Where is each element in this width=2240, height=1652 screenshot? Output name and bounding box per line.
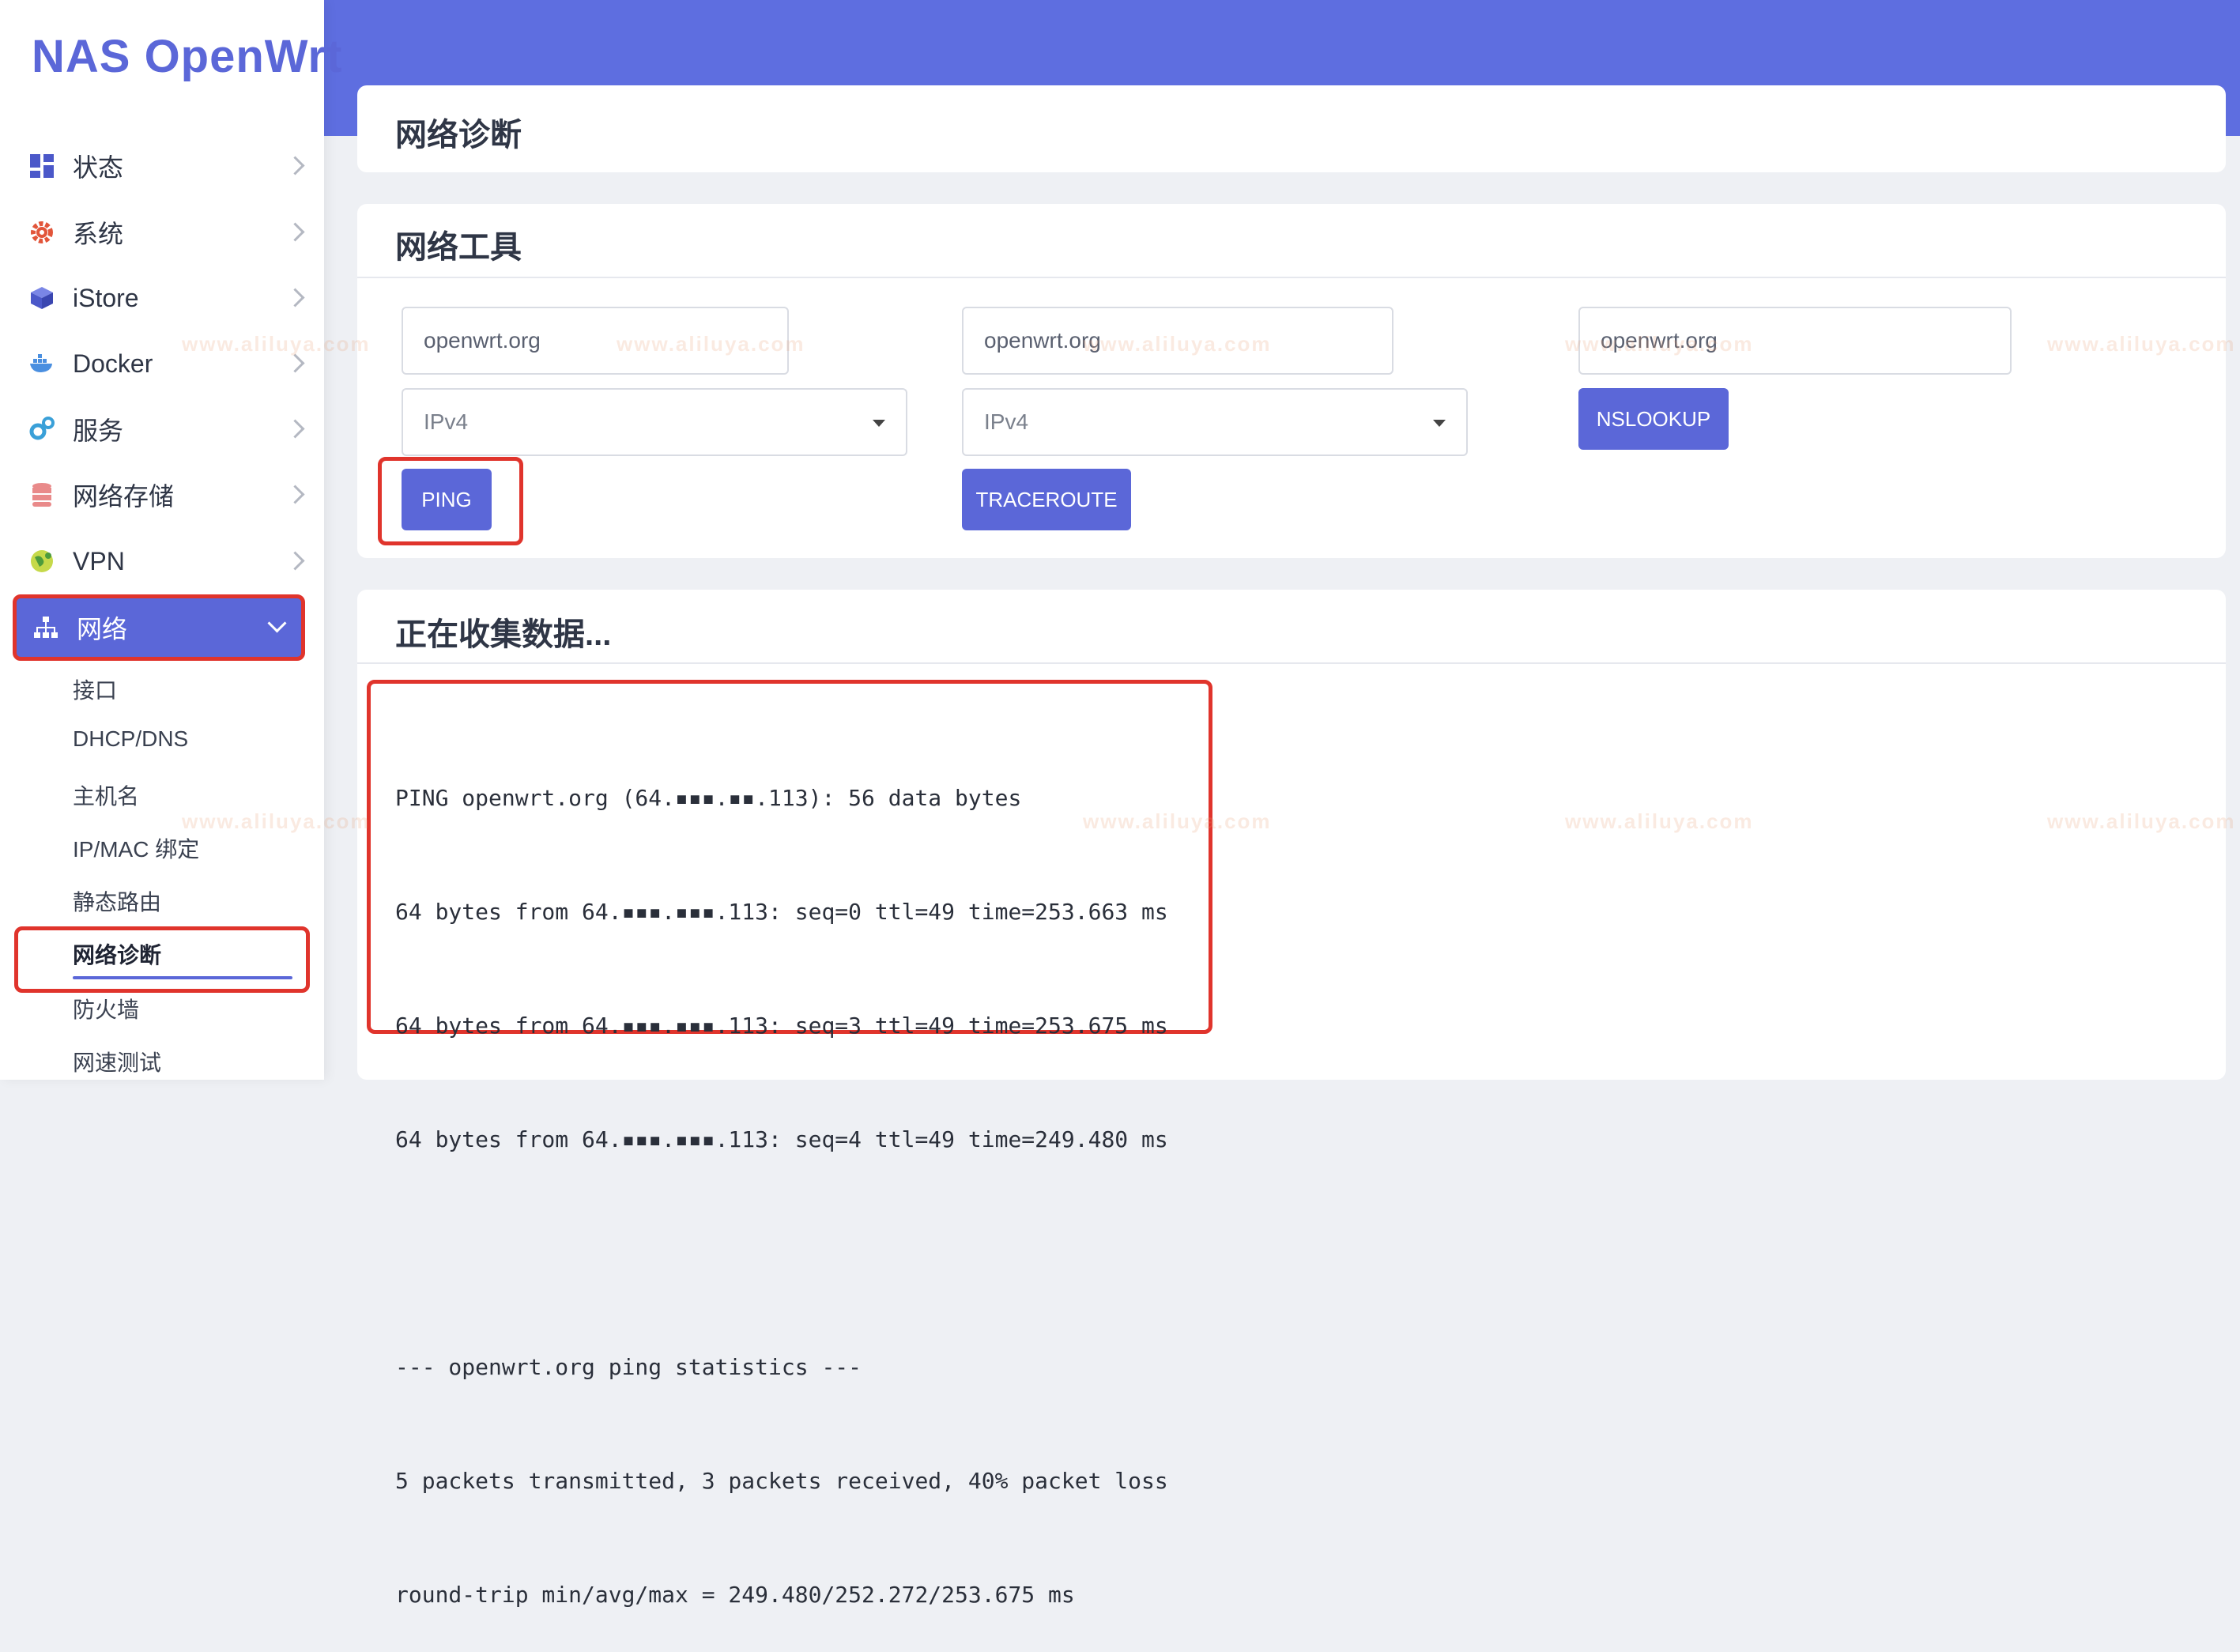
dashboard-icon: [28, 153, 55, 179]
page-title-card: 网络诊断: [357, 85, 2226, 172]
output-line: 5 packets transmitted, 3 packets receive…: [395, 1468, 1168, 1494]
output-line: 64 bytes from 64.▪▪▪.▪▪▪.113: seq=3 ttl=…: [395, 1013, 1168, 1039]
submenu-item-speedtest[interactable]: 网速测试: [73, 1046, 161, 1077]
output-line: PING openwrt.org (64.▪▪▪.▪▪.113): 56 dat…: [395, 785, 1022, 811]
traceroute-protocol-value: IPv4: [984, 409, 1029, 434]
sidebar-item-status[interactable]: 状态: [0, 134, 324, 198]
sidebar-item-label: VPN: [73, 546, 125, 575]
sidebar-item-label: 服务: [73, 417, 124, 445]
traceroute-protocol-select[interactable]: IPv4: [962, 388, 1468, 456]
ping-output: PING openwrt.org (64.▪▪▪.▪▪.113): 56 dat…: [395, 703, 1168, 1652]
brand-logo: NAS OpenWrt: [32, 31, 343, 82]
submenu-item-ip-mac-binding[interactable]: IP/MAC 绑定: [73, 832, 199, 864]
sidebar-item-storage[interactable]: 网络存储: [0, 463, 324, 526]
nslookup-host-input[interactable]: openwrt.org: [1578, 307, 2012, 375]
ping-host-input[interactable]: openwrt.org: [402, 307, 789, 375]
services-icon: [28, 416, 55, 443]
chevron-right-icon: [285, 551, 305, 571]
nslookup-button[interactable]: NSLOOKUP: [1578, 388, 1729, 450]
docker-icon: [28, 350, 55, 377]
ping-protocol-value: IPv4: [424, 409, 469, 434]
highlight-frame: [14, 926, 310, 993]
submenu-item-static-routes[interactable]: 静态路由: [73, 885, 161, 917]
divider: [357, 277, 2226, 278]
output-line: round-trip min/avg/max = 249.480/252.272…: [395, 1582, 1075, 1608]
database-icon: [28, 481, 55, 508]
sidebar-item-label: 网络: [77, 615, 128, 643]
submenu-item-interfaces[interactable]: 接口: [73, 673, 117, 705]
submenu-item-firewall[interactable]: 防火墙: [73, 993, 139, 1024]
globe-icon: [28, 548, 55, 575]
traceroute-button[interactable]: TRACEROUTE: [962, 469, 1131, 530]
sidebar-item-services[interactable]: 服务: [0, 398, 324, 461]
traceroute-host-input[interactable]: openwrt.org: [962, 307, 1393, 375]
section-title: 网络工具: [395, 230, 522, 265]
chevron-right-icon: [285, 156, 305, 175]
sidebar-item-label: 状态: [73, 153, 124, 182]
chevron-right-icon: [285, 288, 305, 307]
gear-icon: [28, 219, 55, 246]
chevron-right-icon: [285, 419, 305, 439]
sidebar-item-system[interactable]: 系统: [0, 201, 324, 264]
submenu-item-dhcp-dns[interactable]: DHCP/DNS: [73, 726, 188, 752]
ping-button[interactable]: PING: [402, 469, 492, 530]
submenu-item-hostnames[interactable]: 主机名: [73, 779, 139, 811]
output-line: 64 bytes from 64.▪▪▪.▪▪▪.113: seq=0 ttl=…: [395, 899, 1168, 925]
sidebar-item-docker[interactable]: Docker: [0, 332, 324, 395]
divider: [357, 662, 2226, 664]
chevron-down-icon: [267, 613, 287, 633]
output-line: 64 bytes from 64.▪▪▪.▪▪▪.113: seq=4 ttl=…: [395, 1126, 1168, 1152]
results-title: 正在收集数据...: [395, 617, 612, 652]
page-title: 网络诊断: [395, 118, 522, 153]
ping-protocol-select[interactable]: IPv4: [402, 388, 907, 456]
sidebar-item-istore[interactable]: iStore: [0, 266, 324, 330]
sidebar: NAS OpenWrt 状态 系统 iStore Docker 服务 网络存储 …: [0, 0, 341, 1080]
submenu-item-diagnostics[interactable]: 网络诊断: [73, 938, 161, 970]
active-indicator: [73, 976, 292, 979]
sidebar-item-label: iStore: [73, 283, 139, 312]
chevron-right-icon: [285, 222, 305, 242]
cube-icon: [28, 285, 55, 311]
sidebar-item-label: 网络存储: [73, 482, 175, 511]
network-icon: [32, 614, 59, 641]
chevron-right-icon: [285, 353, 305, 373]
caret-down-icon: [1433, 420, 1446, 427]
sidebar-item-network[interactable]: 网络: [13, 594, 305, 661]
sidebar-item-label: Docker: [73, 349, 153, 378]
output-line: --- openwrt.org ping statistics ---: [395, 1354, 862, 1380]
chevron-right-icon: [285, 485, 305, 504]
sidebar-item-label: 系统: [73, 220, 124, 248]
sidebar-item-vpn[interactable]: VPN: [0, 530, 324, 593]
network-tools-card: 网络工具: [357, 204, 2226, 558]
caret-down-icon: [873, 420, 885, 427]
